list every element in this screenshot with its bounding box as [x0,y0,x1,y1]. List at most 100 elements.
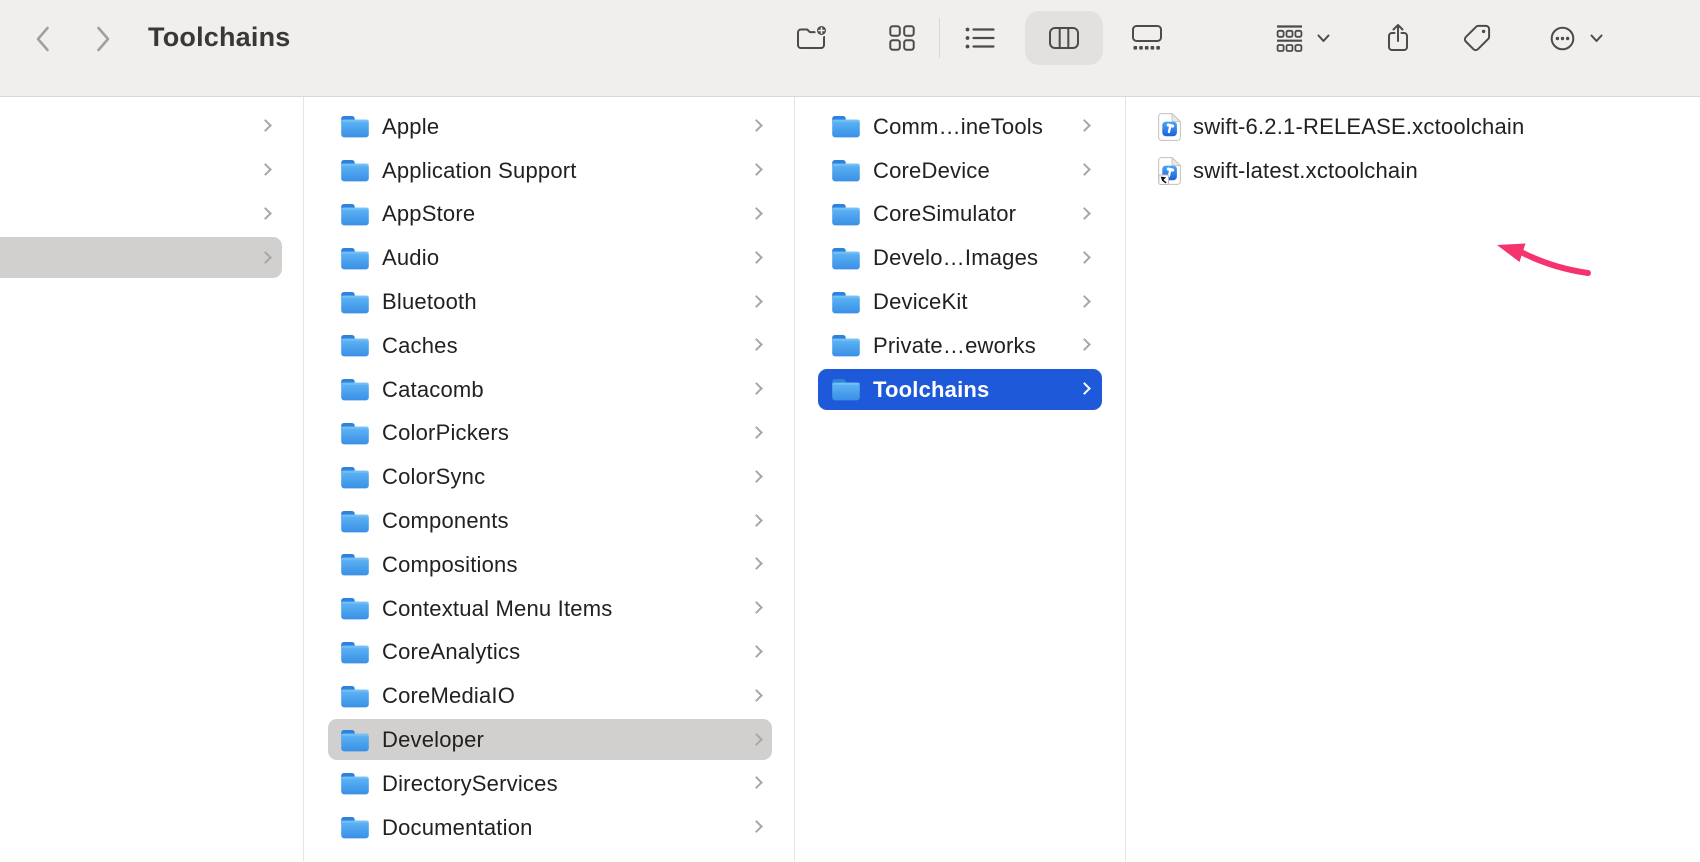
item-label: DeviceKit [873,289,968,315]
toolbar-separator [939,18,940,58]
folder-row-compositions[interactable]: Compositions [304,543,794,587]
item-label: Catacomb [382,377,484,403]
folder-icon [831,158,861,183]
list-icon [965,26,995,50]
toolbar: Toolchains [0,0,1700,97]
chevron-down-icon [1317,34,1330,43]
file-row-swift-6-2-1-release-xctoolchain[interactable]: swift-6.2.1-RELEASE.xctoolchain [1126,105,1700,149]
toolbar-icon-view-button[interactable] [880,19,924,57]
folder-icon [831,377,861,402]
toolbar-group-dropdown-chevron[interactable] [1315,31,1331,45]
file-row-swift-latest-xctoolchain[interactable]: swift-latest.xctoolchain [1126,149,1700,193]
folder-row-audio[interactable]: Audio [304,236,794,280]
item-label: Apple [382,114,439,140]
folder-row-comm-inetools[interactable]: Comm…ineTools [795,105,1125,149]
disclosure-chevron-icon [750,514,763,527]
folder-row-bluetooth[interactable]: Bluetooth [304,280,794,324]
folder-row-coremediaio[interactable]: CoreMediaIO [304,674,794,718]
item-label: CoreAnalytics [382,639,520,665]
folder-icon [340,509,370,534]
group-grid-icon [1276,25,1303,52]
disclosure-chevron-icon [750,601,763,614]
toolbar-more-dropdown-chevron[interactable] [1588,31,1604,45]
toolbar-more-button[interactable] [1540,19,1584,57]
folder-icon [340,377,370,402]
folder-row-toolchains[interactable]: Toolchains [795,368,1125,412]
column-browser: Apple Application Support AppStore AudioBlu… [0,97,1700,861]
disclosure-chevron-icon [750,820,763,833]
parent-folder-row[interactable] [0,193,303,237]
folder-row-develo-images[interactable]: Develo…Images [795,236,1125,280]
folder-row-colorpickers[interactable]: ColorPickers [304,412,794,456]
toolbar-column-view-button[interactable] [1042,19,1086,57]
folder-icon [340,552,370,577]
folder-row-apple[interactable]: Apple [304,105,794,149]
item-label: CoreMediaIO [382,683,515,709]
folder-row-directoryservices[interactable]: DirectoryServices [304,762,794,806]
item-label: AppStore [382,201,475,227]
chevron-left-icon [33,25,53,53]
item-label: Application Support [382,158,577,184]
item-label: Components [382,508,509,534]
toolbar-list-view-button[interactable] [958,19,1002,57]
disclosure-chevron-icon [750,645,763,658]
window-title: Toolchains [148,22,291,53]
forward-button[interactable] [90,25,116,53]
folder-row-caches[interactable]: Caches [304,324,794,368]
ellipsis-circle-icon [1550,26,1575,51]
item-label: Comm…ineTools [873,114,1043,140]
item-label: swift-latest.xctoolchain [1193,158,1418,184]
folder-row-coreanalytics[interactable]: CoreAnalytics [304,631,794,675]
back-button[interactable] [30,25,56,53]
parent-folder-row[interactable] [0,236,303,280]
folder-row-coredevice[interactable]: CoreDevice [795,149,1125,193]
folder-row-partial[interactable] [304,850,794,861]
toolbar-tags-button[interactable] [1455,19,1499,57]
gallery-icon [1132,25,1162,51]
item-label: DirectoryServices [382,771,558,797]
parent-folder-row[interactable] [0,105,303,149]
disclosure-chevron-icon [750,776,763,789]
folder-icon [831,290,861,315]
folder-row-appstore[interactable]: AppStore [304,193,794,237]
folder-icon [831,246,861,271]
disclosure-chevron-icon [750,251,763,264]
folder-row-catacomb[interactable]: Catacomb [304,368,794,412]
folder-row-colorsync[interactable]: ColorSync [304,455,794,499]
parent-folder-row[interactable] [0,149,303,193]
column-library: Apple Application Support AppStore AudioBlu… [304,97,795,861]
disclosure-chevron-icon [750,426,763,439]
folder-row-coresimulator[interactable]: CoreSimulator [795,193,1125,237]
toolbar-new-folder-button[interactable] [790,19,834,57]
folder-row-application-support[interactable]: Application Support [304,149,794,193]
folder-icon [340,114,370,139]
toolbar-share-button[interactable] [1376,19,1420,57]
toolbar-group-button[interactable] [1267,19,1311,57]
folder-icon [831,114,861,139]
item-label: Compositions [382,552,518,578]
folder-icon [340,728,370,753]
folder-row-documentation[interactable]: Documentation [304,806,794,850]
folder-row-devicekit[interactable]: DeviceKit [795,280,1125,324]
selection-highlight [0,237,282,278]
grid-icon [889,25,915,51]
folder-row-contextual-menu-items[interactable]: Contextual Menu Items [304,587,794,631]
disclosure-chevron-icon [750,295,763,308]
folder-row-developer[interactable]: Developer [304,718,794,762]
folder-icon [340,640,370,665]
folder-row-components[interactable]: Components [304,499,794,543]
folder-icon [340,465,370,490]
folder-plus-icon [795,24,829,52]
folder-icon [340,290,370,315]
disclosure-chevron-icon [259,120,272,133]
disclosure-chevron-icon [1078,251,1091,264]
toolbar-gallery-view-button[interactable] [1125,19,1169,57]
item-label: Develo…Images [873,245,1038,271]
alias-arrow-badge [1159,175,1169,184]
folder-icon [340,246,370,271]
folder-icon [831,202,861,227]
item-label: CoreSimulator [873,201,1016,227]
folder-row-private-eworks[interactable]: Private…eworks [795,324,1125,368]
item-label: Contextual Menu Items [382,596,612,622]
disclosure-chevron-icon [750,163,763,176]
